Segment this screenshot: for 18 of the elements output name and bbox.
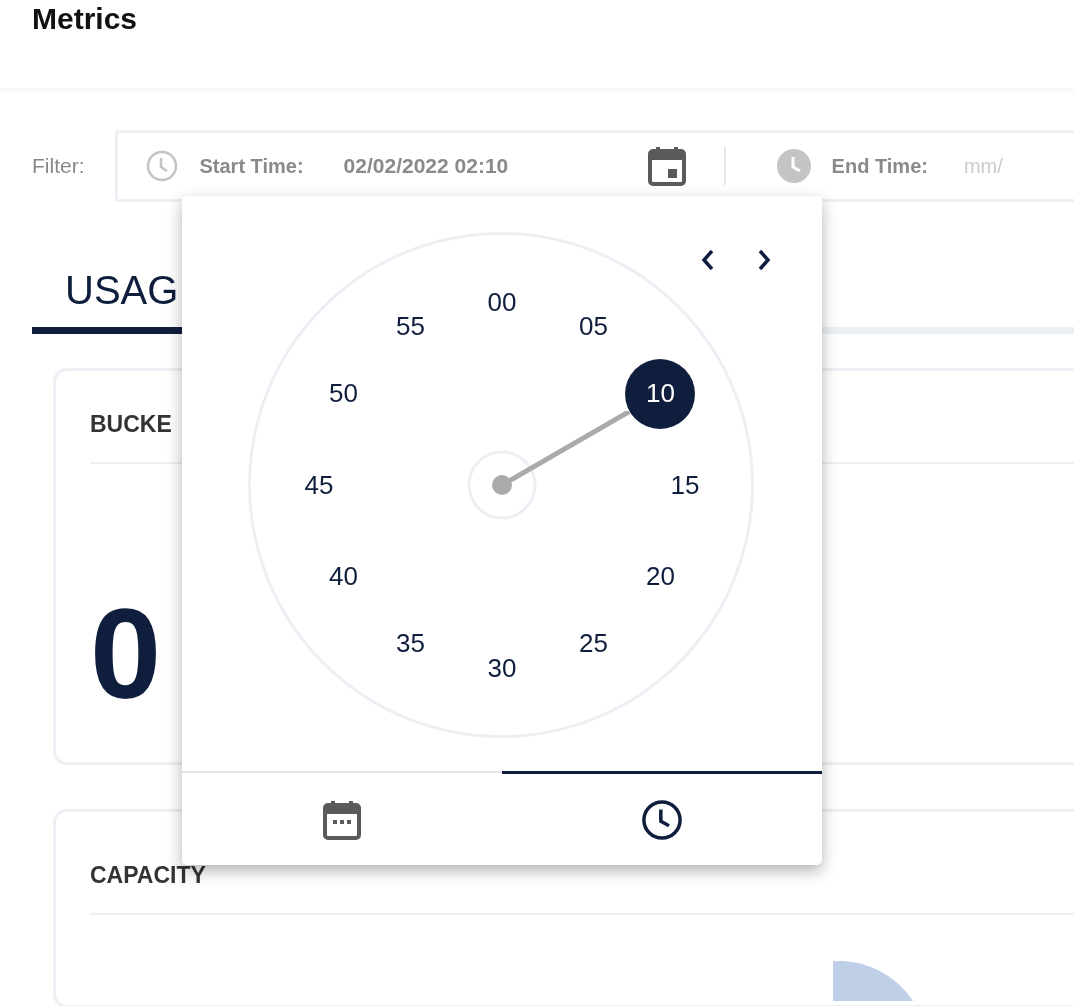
clock-icon [775,148,812,184]
minute-option[interactable]: 45 [284,450,354,520]
minute-option[interactable]: 30 [467,633,537,703]
minute-option[interactable]: 15 [650,450,720,520]
minute-option[interactable]: 10 [625,358,696,429]
calendar-button[interactable] [647,146,686,186]
metric-value: 0 [90,590,162,718]
page-title: Metrics [32,2,138,36]
minute-option[interactable]: 00 [467,267,537,337]
calendar-icon [323,799,361,840]
clock-icon [145,150,178,182]
clock-icon [641,798,683,841]
calendar-icon [647,146,686,186]
end-time-label: End Time: [831,154,928,178]
start-time-label: Start Time: [199,154,304,178]
chevron-right-icon [757,249,771,271]
chevron-left-icon [701,249,715,271]
filter-label: Filter: [32,154,85,178]
